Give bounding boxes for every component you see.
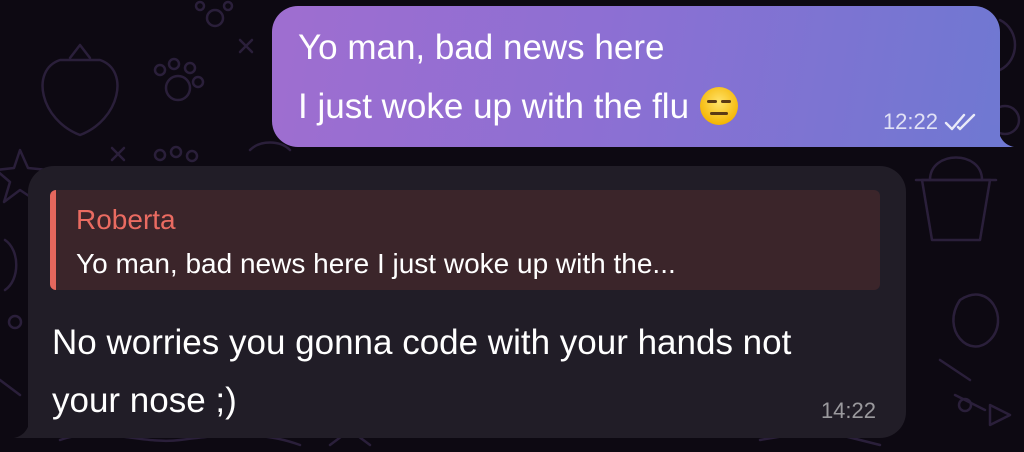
incoming-message-text: No worries you gonna code with your hand… bbox=[52, 323, 792, 420]
outgoing-message-line: Yo man, bad news here bbox=[298, 28, 665, 67]
bubble-tail bbox=[14, 416, 38, 438]
message-time: 14:22 bbox=[820, 398, 876, 423]
double-check-icon bbox=[944, 113, 976, 131]
outgoing-message-meta: 12:22 bbox=[883, 109, 978, 135]
message-time: 12:22 bbox=[882, 109, 938, 134]
outgoing-message-line: I just woke up with the flu bbox=[298, 86, 739, 127]
incoming-message-bubble[interactable]: Roberta Yo man, bad news here I just wok… bbox=[14, 166, 906, 438]
bubble-tail bbox=[990, 125, 1014, 147]
reply-quote[interactable]: Roberta Yo man, bad news here I just wok… bbox=[50, 190, 880, 290]
reply-preview-text: Yo man, bad news here I just woke up wit… bbox=[76, 248, 676, 279]
outgoing-message-bubble[interactable]: Yo man, bad news here I just woke up wit… bbox=[272, 6, 1014, 147]
reply-author: Roberta bbox=[76, 204, 176, 235]
expressionless-face-emoji-icon bbox=[700, 87, 739, 125]
reply-accent-bar bbox=[50, 190, 56, 290]
